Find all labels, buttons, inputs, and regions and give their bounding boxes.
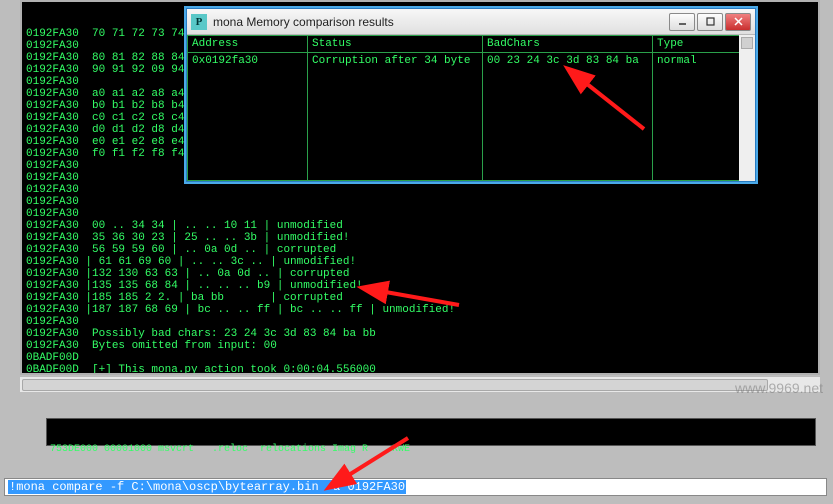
hex-line: 0192FA30 35 36 30 23 | 25 .. .. 3b | unm… bbox=[26, 232, 814, 244]
mona-window: P mona Memory comparison results Address… bbox=[186, 8, 756, 182]
hex-line: 0192FA30 bbox=[26, 208, 814, 220]
hex-line: 0192FA30 bbox=[26, 196, 814, 208]
mona-title: mona Memory comparison results bbox=[213, 15, 394, 29]
col-address[interactable]: Address bbox=[188, 36, 308, 53]
hex-line: 0BADF00D bbox=[26, 352, 814, 364]
mona-vscrollbar-thumb[interactable] bbox=[741, 37, 753, 49]
hex-line: 0192FA30 |185 185 2 2. | ba bb | corrupt… bbox=[26, 292, 814, 304]
close-icon bbox=[734, 17, 743, 26]
cell-address: 0x0192fa30 bbox=[188, 53, 308, 181]
modules-panel: 753DE000 00001000 msvcrt .reloc relocati… bbox=[46, 418, 816, 446]
maximize-icon bbox=[706, 17, 715, 26]
hex-line: 0192FA30 |187 187 68 69 | bc .. .. ff | … bbox=[26, 304, 814, 316]
hex-line: 0192FA30 Bytes omitted from input: 00 bbox=[26, 340, 814, 352]
hscrollbar[interactable] bbox=[20, 376, 820, 392]
hex-line: 0192FA30 56 59 59 60 | .. 0a 0d .. | cor… bbox=[26, 244, 814, 256]
hex-line: 0192FA30 |132 130 63 63 | .. 0a 0d .. | … bbox=[26, 268, 814, 280]
command-input[interactable]: !mona compare -f C:\mona\oscp\bytearray.… bbox=[4, 478, 827, 496]
hex-line: 0192FA30 bbox=[26, 184, 814, 196]
hex-line: 0192FA30 | 61 61 69 60 | .. .. 3c .. | u… bbox=[26, 256, 814, 268]
table-row[interactable]: 0x0192fa30 Corruption after 34 byte 00 2… bbox=[188, 53, 755, 181]
hex-line: 0192FA30 |135 135 68 84 | .. .. .. b9 | … bbox=[26, 280, 814, 292]
hex-line: 0192FA30 Possibly bad chars: 23 24 3c 3d… bbox=[26, 328, 814, 340]
mona-body: Address Status BadChars Type 0x0192fa30 … bbox=[187, 35, 755, 181]
hex-line: 0192FA30 00 .. 34 34 | .. .. 10 11 | unm… bbox=[26, 220, 814, 232]
command-text[interactable]: !mona compare -f C:\mona\oscp\bytearray.… bbox=[8, 480, 406, 494]
minimize-button[interactable] bbox=[669, 13, 695, 31]
mona-vscrollbar[interactable] bbox=[739, 35, 755, 181]
mona-table: Address Status BadChars Type 0x0192fa30 … bbox=[187, 35, 755, 181]
cell-status: Corruption after 34 byte bbox=[308, 53, 483, 181]
watermark: www.9969.net bbox=[735, 380, 823, 396]
mona-icon: P bbox=[191, 14, 207, 30]
close-button[interactable] bbox=[725, 13, 751, 31]
maximize-button[interactable] bbox=[697, 13, 723, 31]
col-status[interactable]: Status bbox=[308, 36, 483, 53]
hex-line: 0192FA30 bbox=[26, 316, 814, 328]
hscrollbar-thumb[interactable] bbox=[22, 379, 768, 391]
hex-line: 0BADF00D [+] This mona.py action took 0:… bbox=[26, 364, 814, 375]
mona-header-row: Address Status BadChars Type bbox=[188, 36, 755, 53]
module-row: 753DE000 00001000 msvcrt .reloc relocati… bbox=[50, 444, 812, 456]
mona-titlebar[interactable]: P mona Memory comparison results bbox=[187, 9, 755, 35]
col-badchars[interactable]: BadChars bbox=[483, 36, 653, 53]
minimize-icon bbox=[678, 17, 687, 26]
cell-badchars: 00 23 24 3c 3d 83 84 ba bbox=[483, 53, 653, 181]
